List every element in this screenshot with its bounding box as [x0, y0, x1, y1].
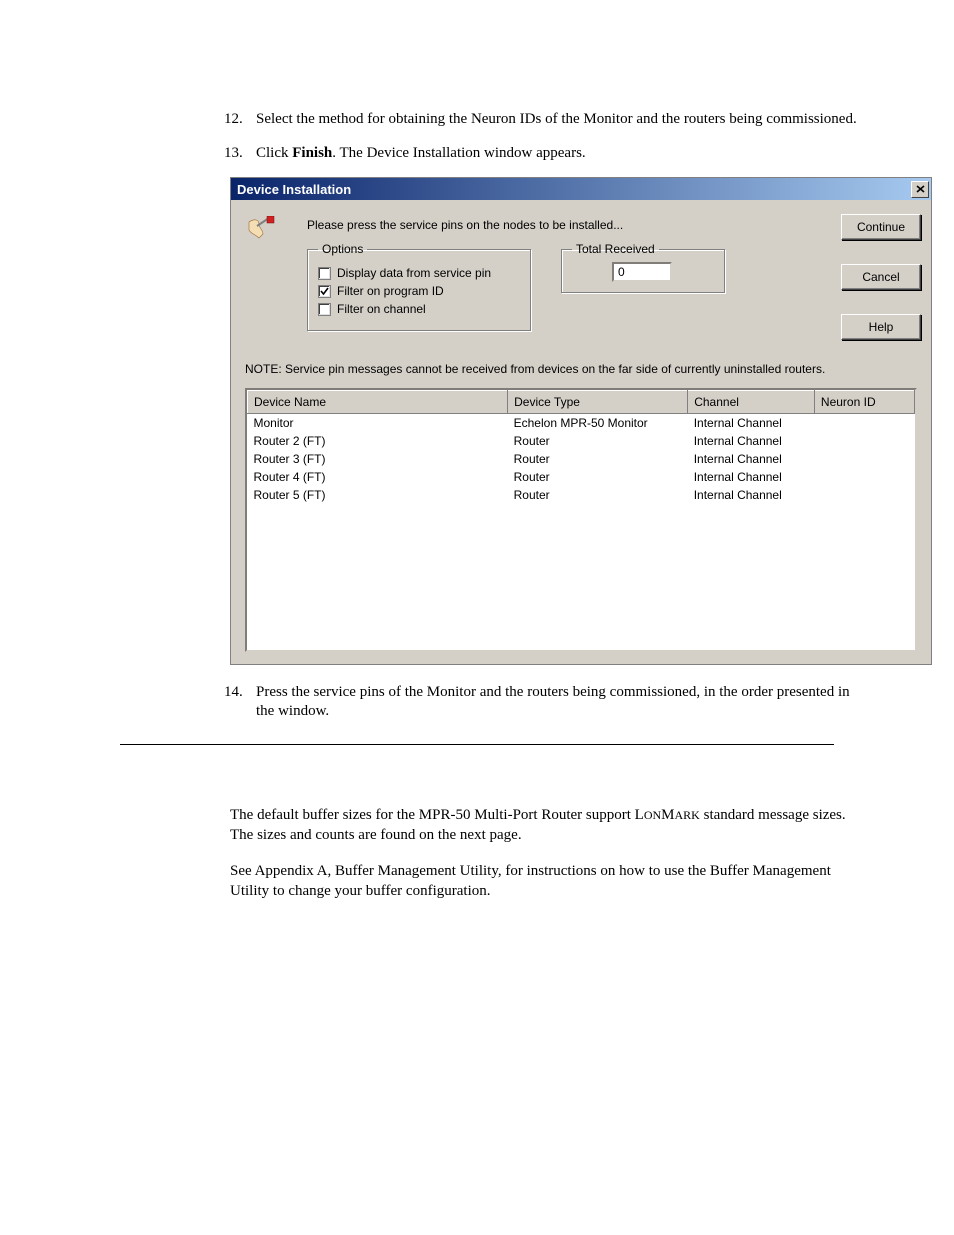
dialog-title: Device Installation [237, 182, 351, 197]
step-13-num: 13. [224, 144, 243, 164]
step-12: 12. Select the method for obtaining the … [230, 110, 864, 130]
col-channel[interactable]: Channel [688, 390, 815, 413]
total-received-field[interactable]: 0 [612, 262, 672, 282]
checkbox-icon[interactable] [318, 303, 331, 316]
cell-channel: Internal Channel [688, 486, 815, 504]
step-13-text-a: Click [256, 145, 292, 161]
cell-name: Router 2 (FT) [248, 432, 508, 450]
step-14: 14. Press the service pins of the Monito… [230, 683, 864, 722]
cell-type: Router [508, 450, 688, 468]
p1a: The default buffer sizes for the MPR-50 … [230, 807, 644, 823]
p2: See Appendix A, Buffer Management Utilit… [230, 861, 864, 902]
cancel-button[interactable]: Cancel [841, 264, 921, 290]
step-14-num: 14. [224, 683, 243, 703]
cell-channel: Internal Channel [688, 413, 815, 432]
cell-channel: Internal Channel [688, 450, 815, 468]
p1d: ARK [675, 808, 700, 822]
device-table-container: Device Name Device Type Channel Neuron I… [245, 388, 917, 652]
step-13: 13. Click Finish. The Device Installatio… [230, 144, 864, 164]
cell-type: Router [508, 432, 688, 450]
cell-nid [814, 450, 914, 468]
device-table: Device Name Device Type Channel Neuron I… [247, 390, 915, 504]
cell-nid [814, 468, 914, 486]
option-display-data[interactable]: Display data from service pin [318, 266, 518, 280]
option-label: Display data from service pin [337, 266, 491, 280]
section-divider [120, 744, 834, 745]
col-device-name[interactable]: Device Name [248, 390, 508, 413]
step-13-bold: Finish [292, 145, 332, 161]
checkbox-icon[interactable] [318, 285, 331, 298]
option-filter-program-id[interactable]: Filter on program ID [318, 284, 518, 298]
col-neuron-id[interactable]: Neuron ID [814, 390, 914, 413]
continue-button[interactable]: Continue [841, 214, 921, 240]
step-14-text: Press the service pins of the Monitor an… [256, 684, 850, 720]
table-row[interactable]: Router 5 (FT) Router Internal Channel [248, 486, 915, 504]
step-12-num: 12. [224, 110, 243, 130]
total-received-legend: Total Received [572, 242, 659, 256]
option-label: Filter on channel [337, 302, 426, 316]
cell-name: Monitor [248, 413, 508, 432]
dialog-prompt: Please press the service pins on the nod… [307, 218, 817, 232]
dialog-note: NOTE: Service pin messages cannot be rec… [245, 362, 917, 378]
table-row[interactable]: Monitor Echelon MPR-50 Monitor Internal … [248, 413, 915, 432]
option-label: Filter on program ID [337, 284, 444, 298]
dialog-titlebar: Device Installation [231, 178, 931, 200]
col-device-type[interactable]: Device Type [508, 390, 688, 413]
service-pin-icon [245, 216, 277, 244]
help-button[interactable]: Help [841, 314, 921, 340]
step-13-text-b: . The Device Installation window appears… [332, 145, 585, 161]
cell-name: Router 4 (FT) [248, 468, 508, 486]
cell-nid [814, 432, 914, 450]
cell-type: Echelon MPR-50 Monitor [508, 413, 688, 432]
total-received-group: Total Received 0 [561, 242, 725, 293]
table-row[interactable]: Router 3 (FT) Router Internal Channel [248, 450, 915, 468]
cell-channel: Internal Channel [688, 468, 815, 486]
table-row[interactable]: Router 4 (FT) Router Internal Channel [248, 468, 915, 486]
close-icon[interactable] [911, 181, 929, 198]
table-row[interactable]: Router 2 (FT) Router Internal Channel [248, 432, 915, 450]
cell-name: Router 3 (FT) [248, 450, 508, 468]
cell-nid [814, 486, 914, 504]
cell-type: Router [508, 468, 688, 486]
p1c: M [661, 807, 674, 823]
cell-channel: Internal Channel [688, 432, 815, 450]
device-installation-dialog: Device Installation Please press the ser… [230, 177, 932, 665]
cell-name: Router 5 (FT) [248, 486, 508, 504]
cell-type: Router [508, 486, 688, 504]
step-12-text: Select the method for obtaining the Neur… [256, 111, 857, 127]
cell-nid [814, 413, 914, 432]
option-filter-channel[interactable]: Filter on channel [318, 302, 518, 316]
lower-text: The default buffer sizes for the MPR-50 … [230, 805, 864, 902]
options-group: Options Display data from service pin Fi… [307, 242, 531, 331]
checkbox-icon[interactable] [318, 267, 331, 280]
p1b: ON [644, 808, 661, 822]
options-legend: Options [318, 242, 367, 256]
